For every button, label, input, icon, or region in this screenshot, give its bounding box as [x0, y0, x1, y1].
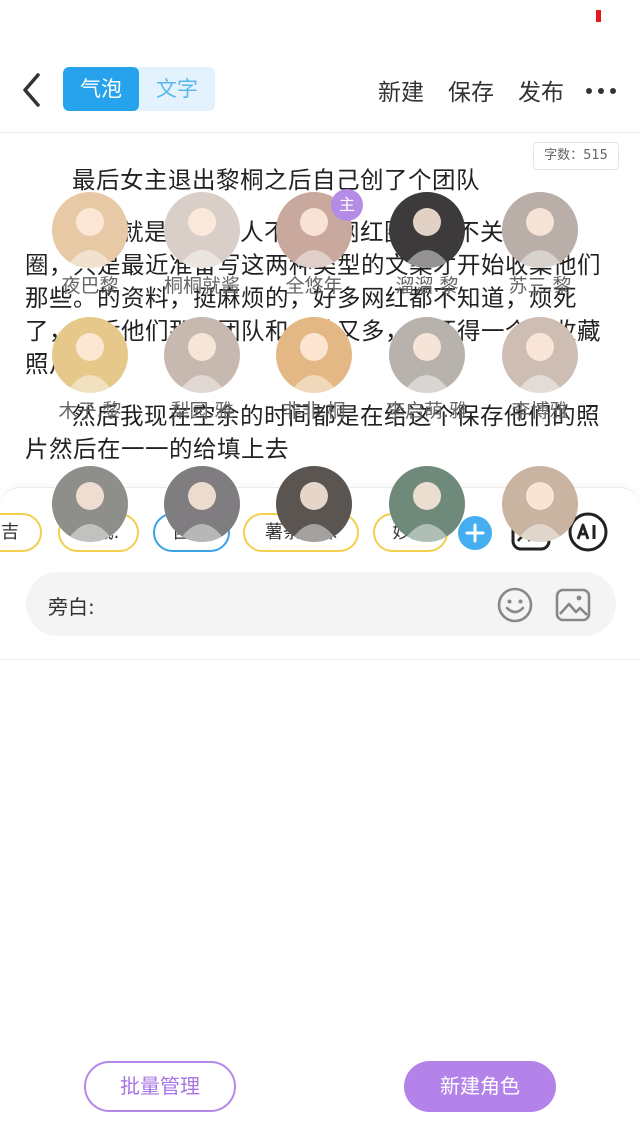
role-chip[interactable]: 吉: [0, 513, 42, 552]
character-item[interactable]: 李博雅: [490, 317, 590, 423]
nav-actions: 新建 保存 发布: [354, 58, 640, 122]
header-divider: [0, 132, 640, 133]
character-name: 李启萌.雅: [385, 400, 469, 422]
character-item[interactable]: 溜溜.黎: [377, 192, 477, 298]
image-button[interactable]: [554, 586, 592, 624]
character-item[interactable]: 主全悠年: [264, 189, 364, 298]
character-item[interactable]: 夜巴黎: [40, 192, 140, 298]
back-button[interactable]: [16, 70, 50, 110]
panel-divider: [0, 659, 640, 660]
more-icon[interactable]: [586, 80, 616, 100]
character-name: 苏三.黎: [508, 275, 572, 297]
mode-switch: 气泡 文字: [63, 67, 215, 111]
character-item[interactable]: [377, 466, 477, 548]
avatar: [502, 192, 578, 268]
batch-manage-button[interactable]: 批量管理: [84, 1061, 236, 1112]
avatar: [164, 466, 240, 542]
character-name: 梨园.雅: [170, 400, 234, 422]
avatar: [502, 317, 578, 393]
character-name: 桐桐就酱: [163, 275, 240, 297]
character-item[interactable]: 木子.黎: [40, 317, 140, 423]
tab-bubble[interactable]: 气泡: [63, 67, 139, 111]
character-name: 李博雅: [511, 400, 569, 422]
image-icon: [555, 588, 591, 622]
avatar: [389, 466, 465, 542]
avatar: [389, 317, 465, 393]
character-name: 溜溜.黎: [395, 275, 459, 297]
tab-text[interactable]: 文字: [139, 67, 215, 111]
avatar: [389, 192, 465, 268]
new-role-button[interactable]: 新建角色: [404, 1061, 556, 1112]
avatar: [52, 466, 128, 542]
avatar: [276, 466, 352, 542]
avatar: [52, 192, 128, 268]
emoji-button[interactable]: [496, 586, 534, 624]
avatar: [164, 317, 240, 393]
character-item[interactable]: [40, 466, 140, 548]
save-button[interactable]: 保存: [448, 73, 494, 107]
character-item[interactable]: [152, 466, 252, 548]
main-role-badge: 主: [331, 189, 363, 221]
character-item[interactable]: [264, 466, 364, 548]
narration-input[interactable]: 旁白:: [26, 572, 616, 636]
character-item[interactable]: 李启萌.雅: [377, 317, 477, 423]
avatar: [52, 317, 128, 393]
character-item[interactable]: [490, 466, 590, 548]
character-name: 木子.黎: [58, 400, 122, 422]
new-button[interactable]: 新建: [378, 73, 424, 107]
character-item[interactable]: 梨园.雅: [152, 317, 252, 423]
character-item[interactable]: 桐桐就酱: [152, 192, 252, 298]
avatar: [276, 317, 352, 393]
character-item[interactable]: 非非.桐: [264, 317, 364, 423]
emoji-icon: [497, 587, 533, 623]
character-name: 非非.桐: [282, 400, 346, 422]
status-indicator: [596, 10, 601, 22]
top-nav-bar: 气泡 文字 新建 保存 发布: [0, 58, 640, 122]
character-item[interactable]: 苏三.黎: [490, 192, 590, 298]
avatar: [164, 192, 240, 268]
character-name: 全悠年: [285, 275, 343, 297]
bubble-editor-panel: 吉 王威. 困困 薯条妹妹 妙妙: [0, 189, 640, 1138]
character-name: 夜巴黎: [61, 275, 119, 297]
avatar: [502, 466, 578, 542]
publish-button[interactable]: 发布: [518, 73, 564, 107]
input-label: 旁白:: [48, 595, 95, 619]
chevron-left-icon: [23, 73, 40, 107]
